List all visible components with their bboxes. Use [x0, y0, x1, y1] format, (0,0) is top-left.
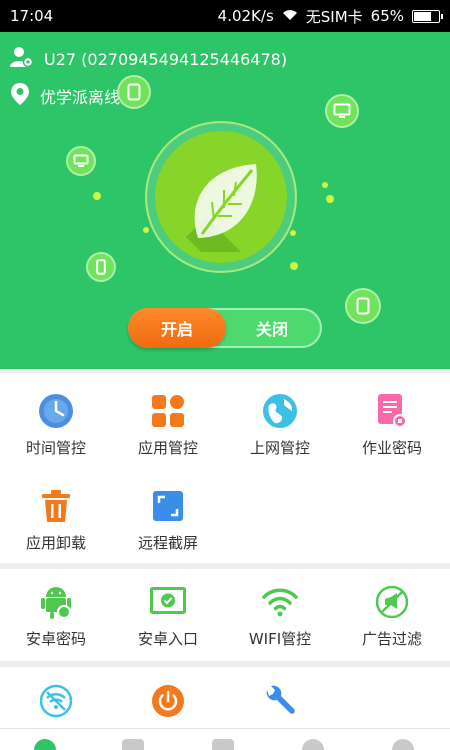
- leaf-icon: [186, 164, 257, 252]
- status-time: 17:04: [10, 7, 54, 25]
- screenshot-icon: [150, 488, 186, 524]
- decor-dot: [290, 262, 298, 270]
- wifi-status-icon: [282, 7, 298, 25]
- remote-screenshot-tile[interactable]: 远程截屏: [112, 468, 224, 568]
- monitor-bubble-icon: [325, 94, 359, 128]
- tab-home-leaf-icon[interactable]: [34, 739, 56, 750]
- network-speed: 4.02K/s: [217, 7, 274, 25]
- wifi-off-tile[interactable]: [0, 667, 112, 728]
- homework-password-tile[interactable]: 作业密码: [336, 373, 448, 473]
- tile-label: 安卓密码: [25, 630, 86, 648]
- decor-dot: [322, 182, 328, 188]
- location-pin-icon: [10, 82, 30, 110]
- trash-icon: [38, 488, 74, 524]
- tile-label: 作业密码: [361, 439, 422, 457]
- wifi-icon: [262, 584, 298, 620]
- tile-label: 安卓入口: [137, 630, 198, 648]
- wrench-icon: [262, 683, 298, 719]
- time-control-tile[interactable]: 时间管控: [0, 373, 112, 473]
- tools-tile[interactable]: [224, 667, 336, 728]
- android-entry-icon: [150, 584, 186, 620]
- wifi-off-icon: [38, 683, 74, 719]
- tablet-bubble-icon: [345, 288, 381, 324]
- monitor-bubble-icon: [66, 146, 96, 176]
- user-settings-icon: [10, 46, 34, 72]
- tab-chart-icon[interactable]: [212, 739, 234, 750]
- decor-dot: [93, 192, 101, 200]
- internet-control-tile[interactable]: 上网管控: [224, 373, 336, 473]
- globe-icon: [262, 393, 298, 429]
- decor-dot: [326, 195, 334, 203]
- tile-label: 时间管控: [25, 439, 86, 457]
- control-panel-1: 时间管控 应用管控 上网管控 作业密码 应用卸载 远程截屏: [0, 373, 450, 563]
- android-lock-icon: [38, 584, 74, 620]
- phone-bubble-icon: [86, 252, 116, 282]
- power-tile[interactable]: [112, 667, 224, 728]
- battery-icon: [412, 9, 443, 23]
- tile-label: 应用管控: [137, 439, 198, 457]
- wifi-control-tile[interactable]: WIFI管控: [224, 564, 336, 664]
- tab-refresh-icon[interactable]: [302, 739, 324, 750]
- apps-icon: [150, 393, 186, 429]
- clock-icon: [38, 393, 74, 429]
- connection-status: 优学派离线: [40, 88, 121, 107]
- tile-label: 广告过滤: [361, 630, 422, 648]
- sim-status: 无SIM卡: [305, 7, 363, 26]
- device-id: U27 (0270945494125446478): [44, 49, 288, 69]
- device-status-hero: U27 (0270945494125446478) 优学派离线 开启 关闭: [0, 32, 450, 369]
- homework-lock-icon: [374, 393, 410, 429]
- toggle-off-button[interactable]: 关闭: [224, 310, 320, 346]
- tablet-bubble-icon: [117, 75, 151, 109]
- status-bar: 17:04 4.02K/s 无SIM卡 65%: [0, 0, 450, 32]
- ad-filter-tile[interactable]: 广告过滤: [336, 564, 448, 664]
- app-uninstall-tile[interactable]: 应用卸载: [0, 468, 112, 568]
- tile-label: 远程截屏: [137, 534, 198, 552]
- tile-label: 应用卸载: [25, 534, 86, 552]
- tile-label: 上网管控: [249, 439, 310, 457]
- control-panel-2: 安卓密码 安卓入口 WIFI管控 广告过滤: [0, 569, 450, 661]
- leaf-protection-button[interactable]: [155, 131, 287, 263]
- toggle-on-button[interactable]: 开启: [128, 308, 226, 348]
- decor-dot: [290, 230, 296, 236]
- ad-filter-icon: [374, 584, 410, 620]
- app-control-tile[interactable]: 应用管控: [112, 373, 224, 473]
- protection-toggle[interactable]: 开启 关闭: [128, 308, 322, 348]
- bottom-tab-bar: [0, 728, 450, 750]
- tab-profile-icon[interactable]: [392, 739, 414, 750]
- android-password-tile[interactable]: 安卓密码: [0, 564, 112, 664]
- battery-percent: 65%: [370, 7, 404, 25]
- android-entry-tile[interactable]: 安卓入口: [112, 564, 224, 664]
- control-panel-3: [0, 667, 450, 728]
- tab-book-icon[interactable]: [122, 739, 144, 750]
- power-icon: [150, 683, 186, 719]
- decor-dot: [143, 227, 149, 233]
- tile-label: WIFI管控: [248, 630, 312, 648]
